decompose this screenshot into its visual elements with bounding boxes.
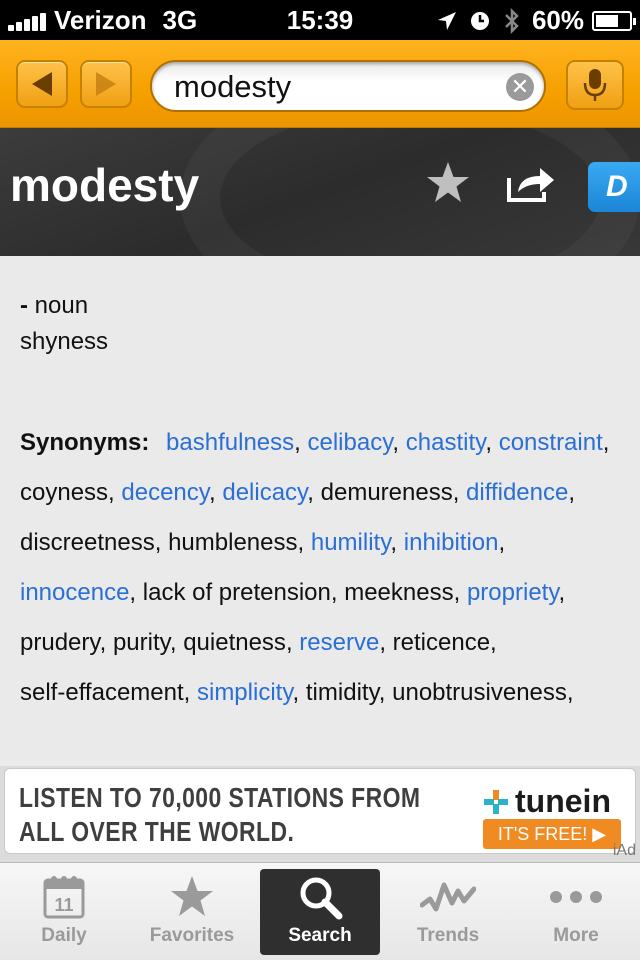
tab-more-label: More <box>553 925 599 946</box>
tab-bar: 11 Daily Favorites Search Trends More <box>0 862 640 960</box>
alarm-clock-icon <box>470 11 489 30</box>
location-arrow-icon <box>437 11 456 30</box>
search-input[interactable] <box>174 70 494 104</box>
synonym-text: quietness <box>183 629 286 656</box>
definition-text: shyness <box>20 328 109 355</box>
iad-label: iAd <box>612 842 636 859</box>
entry-word: modesty <box>10 159 200 211</box>
microphone-icon <box>583 69 607 101</box>
tab-more[interactable]: More <box>516 869 636 955</box>
synonym-link[interactable]: simplicity <box>197 679 293 706</box>
clear-search-icon[interactable]: ✕ <box>506 73 534 101</box>
trends-wave-icon <box>420 882 476 912</box>
more-dots-icon <box>550 891 602 903</box>
tab-favorites-label: Favorites <box>149 925 235 946</box>
battery-icon <box>592 10 636 31</box>
synonym-text: self-effacement <box>20 679 184 706</box>
synonym-link[interactable]: inhibition <box>404 529 499 556</box>
synonyms-label: Synonyms: <box>20 429 150 456</box>
tab-search-label: Search <box>288 925 352 946</box>
synonym-text: lack of pretension <box>142 579 331 606</box>
tunein-plus-icon <box>484 789 508 814</box>
tab-favorites[interactable]: Favorites <box>132 869 252 955</box>
favorite-star-icon[interactable] <box>424 160 472 206</box>
synonym-text: coyness <box>20 479 109 506</box>
star-icon <box>171 876 213 916</box>
synonym-link[interactable]: constraint <box>499 429 603 456</box>
part-of-speech: - noun <box>20 292 89 319</box>
svg-text:11: 11 <box>54 895 73 915</box>
entry-content: - noun shyness Synonyms: bashfulness, ce… <box>0 256 640 766</box>
battery-percent: 60% <box>531 5 584 35</box>
back-button[interactable] <box>16 60 68 108</box>
synonym-link[interactable]: humility <box>311 529 391 556</box>
tab-daily[interactable]: 11 Daily <box>4 869 124 955</box>
forward-arrow-icon <box>96 72 116 96</box>
voice-search-button[interactable] <box>566 60 624 110</box>
synonym-link[interactable]: celibacy <box>307 429 392 456</box>
synonym-text: meekness <box>344 579 454 606</box>
search-box[interactable]: ✕ <box>150 60 546 112</box>
ad-headline: LISTEN TO 70,000 STATIONS FROM ALL OVER … <box>19 782 421 847</box>
synonym-text: prudery <box>20 629 100 656</box>
tab-trends[interactable]: Trends <box>388 869 508 955</box>
share-icon[interactable] <box>506 164 556 204</box>
synonym-link[interactable]: bashfulness <box>166 429 294 456</box>
calendar-icon: 11 <box>43 876 85 919</box>
synonym-link[interactable]: innocence <box>20 579 129 606</box>
ad-banner[interactable]: LISTEN TO 70,000 STATIONS FROM ALL OVER … <box>0 766 640 862</box>
synonym-text: reticence <box>392 629 491 656</box>
synonym-text: timidity <box>305 679 379 706</box>
synonym-link[interactable]: propriety <box>467 579 559 606</box>
synonym-text: demureness <box>320 479 453 506</box>
synonym-text: discreetness <box>20 529 155 556</box>
synonym-text: purity <box>112 629 170 656</box>
ad-card[interactable]: LISTEN TO 70,000 STATIONS FROM ALL OVER … <box>4 768 636 854</box>
synonym-link[interactable]: reserve <box>299 629 379 656</box>
tab-search[interactable]: Search <box>260 869 380 955</box>
status-bar: Verizon 3G 15:39 60% <box>0 0 640 40</box>
bluetooth-icon <box>505 7 519 34</box>
synonyms-block: Synonyms: bashfulness, celibacy, chastit… <box>20 429 610 706</box>
synonym-link[interactable]: decency <box>121 479 209 506</box>
tab-daily-label: Daily <box>41 925 87 946</box>
tab-trends-label: Trends <box>416 925 480 946</box>
synonym-link[interactable]: chastity <box>406 429 486 456</box>
tunein-wordmark: tunein <box>515 783 611 819</box>
back-arrow-icon <box>32 72 52 96</box>
synonym-link[interactable]: diffidence <box>466 479 568 506</box>
magnifier-icon <box>300 877 343 920</box>
synonym-text: humbleness <box>168 529 298 556</box>
tunein-logo: tunein <box>483 783 611 820</box>
forward-button[interactable] <box>80 60 132 108</box>
synonym-link[interactable]: delicacy <box>222 479 307 506</box>
dictionary-badge[interactable]: D <box>588 162 640 212</box>
search-header: ✕ <box>0 40 640 128</box>
ad-cta-button[interactable]: IT'S FREE! ▶ <box>483 819 621 849</box>
synonym-text: unobtrusiveness <box>392 679 567 706</box>
